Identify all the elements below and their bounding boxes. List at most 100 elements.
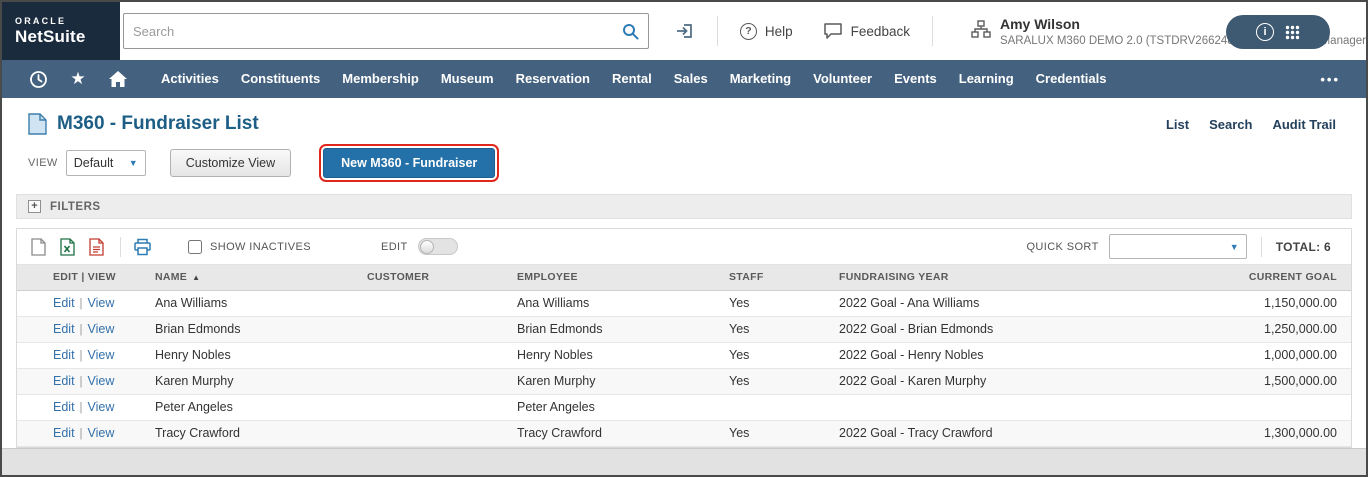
edit-link[interactable]: Edit	[53, 374, 75, 388]
edit-link[interactable]: Edit	[53, 400, 75, 414]
edit-link[interactable]: Edit	[53, 348, 75, 362]
cell-name: Brian Edmonds	[147, 316, 359, 342]
toggle-knob	[420, 240, 434, 254]
global-search[interactable]	[123, 13, 649, 49]
create-new-icon[interactable]	[675, 21, 695, 41]
column-header-customer[interactable]: CUSTOMER	[359, 265, 509, 290]
cell-customer	[359, 420, 509, 446]
nav-menu: Activities Constituents Membership Museu…	[150, 60, 1117, 98]
link-separator: |	[80, 428, 83, 440]
search-input[interactable]	[133, 24, 622, 39]
nav-item-sales[interactable]: Sales	[663, 60, 719, 98]
help-button[interactable]: ? Help	[740, 23, 793, 40]
recent-records-icon[interactable]	[18, 60, 58, 98]
feedback-button[interactable]: Feedback	[823, 22, 910, 40]
home-icon[interactable]	[98, 60, 138, 98]
cell-name: Tracy Crawford	[147, 420, 359, 446]
new-fundraiser-button[interactable]: New M360 - Fundraiser	[323, 148, 495, 178]
cell-staff: Yes	[721, 290, 831, 316]
column-header-employee[interactable]: EMPLOYEE	[509, 265, 721, 290]
cell-staff: Yes	[721, 368, 831, 394]
search-icon[interactable]	[622, 23, 639, 40]
nav-item-credentials[interactable]: Credentials	[1025, 60, 1118, 98]
chevron-down-icon: ▼	[129, 158, 138, 168]
new-document-icon[interactable]	[31, 238, 46, 256]
quick-sort-label: QUICK SORT	[1026, 241, 1098, 253]
edit-link[interactable]: Edit	[53, 322, 75, 336]
cell-name: Henry Nobles	[147, 342, 359, 368]
help-label: Help	[765, 24, 793, 39]
view-link[interactable]: View	[88, 426, 115, 440]
view-link[interactable]: View	[88, 322, 115, 336]
cell-name: Peter Angeles	[147, 394, 359, 420]
cell-fundraising-year: 2022 Goal - Karen Murphy	[831, 368, 1123, 394]
nav-item-reservation[interactable]: Reservation	[505, 60, 601, 98]
view-link[interactable]: View	[88, 400, 115, 414]
record-page-icon	[28, 113, 47, 135]
table-row: Edit|View Tracy Crawford Tracy Crawford …	[17, 420, 1351, 446]
filters-bar[interactable]: + FILTERS	[16, 194, 1352, 219]
cell-customer	[359, 368, 509, 394]
nav-item-rental[interactable]: Rental	[601, 60, 663, 98]
cell-name: Ana Williams	[147, 290, 359, 316]
nav-item-activities[interactable]: Activities	[150, 60, 230, 98]
customize-view-button[interactable]: Customize View	[170, 149, 291, 177]
name-header-label: NAME	[155, 271, 187, 283]
feedback-label: Feedback	[851, 24, 910, 39]
oracle-apps-pill: i	[1226, 15, 1330, 49]
export-pdf-icon[interactable]	[89, 238, 104, 256]
nav-item-volunteer[interactable]: Volunteer	[802, 60, 883, 98]
edit-link[interactable]: Edit	[53, 296, 75, 310]
info-icon[interactable]: i	[1256, 23, 1274, 41]
show-inactives-label: SHOW INACTIVES	[210, 241, 311, 253]
export-csv-icon[interactable]	[60, 238, 75, 256]
cell-employee: Peter Angeles	[509, 394, 721, 420]
list-link[interactable]: List	[1166, 117, 1189, 132]
column-header-current-goal[interactable]: CURRENT GOAL	[1123, 265, 1351, 290]
show-inactives-checkbox[interactable]	[188, 240, 202, 254]
edit-toggle-label: EDIT	[381, 241, 408, 253]
nav-item-events[interactable]: Events	[883, 60, 948, 98]
column-header-staff[interactable]: STAFF	[721, 265, 831, 290]
view-select[interactable]: Default ▼	[66, 150, 146, 176]
cell-staff: Yes	[721, 420, 831, 446]
fundraiser-table-body: Edit|View Ana Williams Ana Williams Yes …	[17, 290, 1351, 446]
netsuite-logo[interactable]: ORACLE NetSuite	[2, 2, 120, 60]
toolbar-divider	[120, 237, 121, 257]
cell-employee: Henry Nobles	[509, 342, 721, 368]
view-link[interactable]: View	[88, 348, 115, 362]
nav-item-marketing[interactable]: Marketing	[719, 60, 802, 98]
edit-link[interactable]: Edit	[53, 426, 75, 440]
list-toolbar: SHOW INACTIVES EDIT QUICK SORT ▼ TOTAL: …	[17, 229, 1351, 265]
shortcuts-star-icon[interactable]: ★	[58, 60, 98, 98]
view-link[interactable]: View	[88, 374, 115, 388]
cell-fundraising-year: 2022 Goal - Tracy Crawford	[831, 420, 1123, 446]
more-menu-icon[interactable]: •••	[1310, 72, 1350, 87]
nav-item-museum[interactable]: Museum	[430, 60, 505, 98]
netsuite-window: ORACLE NetSuite ? Help Feedback	[0, 0, 1368, 477]
header-divider	[717, 16, 718, 46]
table-row: Edit|View Karen Murphy Karen Murphy Yes …	[17, 368, 1351, 394]
edit-toggle[interactable]	[418, 238, 458, 255]
nav-item-membership[interactable]: Membership	[331, 60, 430, 98]
toolbar-divider	[1261, 237, 1262, 257]
cell-customer	[359, 316, 509, 342]
view-link[interactable]: View	[88, 296, 115, 310]
nav-item-learning[interactable]: Learning	[948, 60, 1025, 98]
column-header-name[interactable]: NAME▲	[147, 265, 359, 290]
show-inactives-control[interactable]: SHOW INACTIVES	[188, 240, 311, 254]
roles-icon	[971, 19, 991, 39]
view-controls: VIEW Default ▼ Customize View New M360 -…	[2, 141, 1366, 190]
quick-sort-select[interactable]: ▼	[1109, 234, 1247, 259]
header-divider	[932, 16, 933, 46]
search-link[interactable]: Search	[1209, 117, 1252, 132]
cell-current-goal: 1,250,000.00	[1123, 316, 1351, 342]
link-separator: |	[80, 298, 83, 310]
audit-trail-link[interactable]: Audit Trail	[1272, 117, 1336, 132]
nav-item-constituents[interactable]: Constituents	[230, 60, 331, 98]
column-header-fundraising-year[interactable]: FUNDRAISING YEAR	[831, 265, 1123, 290]
grid-apps-icon[interactable]	[1285, 25, 1300, 40]
cell-customer	[359, 342, 509, 368]
expand-filters-icon[interactable]: +	[28, 200, 41, 213]
print-icon[interactable]	[133, 238, 152, 256]
